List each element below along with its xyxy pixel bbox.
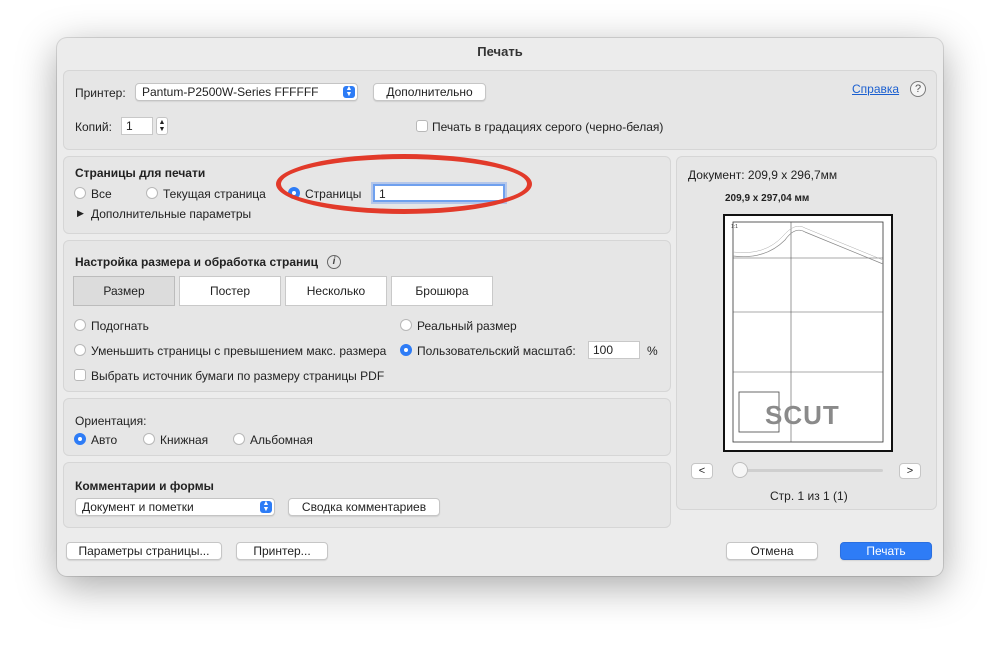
actual-size-radio[interactable]: [400, 319, 412, 331]
page-size: 209,9 x 297,04 мм: [725, 193, 810, 204]
fit-label: Подогнать: [91, 319, 149, 333]
chevron-updown-icon: ▲ ▼: [260, 500, 272, 513]
chevron-updown-icon: ▲ ▼: [343, 85, 355, 98]
orientation-landscape-label: Альбомная: [250, 433, 313, 447]
next-page-button[interactable]: >: [899, 463, 921, 479]
tab-size[interactable]: Размер: [73, 276, 175, 306]
custom-scale-unit: %: [647, 344, 658, 358]
grayscale-checkbox[interactable]: [416, 120, 428, 132]
page-preview: 1:1 SCUT: [723, 214, 893, 452]
more-options-label[interactable]: Дополнительные параметры: [91, 207, 251, 221]
cancel-button[interactable]: Отмена: [726, 542, 818, 560]
copies-input[interactable]: 1: [121, 117, 153, 135]
orientation-panel: [63, 398, 671, 456]
svg-text:1:1: 1:1: [731, 224, 738, 230]
tab-multiple[interactable]: Несколько: [285, 276, 387, 306]
actual-size-label: Реальный размер: [417, 319, 517, 333]
orientation-label: Ориентация:: [75, 414, 147, 428]
grayscale-label: Печать в градациях серого (черно-белая): [432, 120, 664, 134]
stepper-up-icon[interactable]: ▲: [159, 119, 166, 126]
window-title: Печать: [477, 44, 523, 59]
pages-section-title: Страницы для печати: [75, 166, 206, 180]
print-button[interactable]: Печать: [840, 542, 932, 560]
print-dialog: Печать Принтер: Pantum-P2500W-Series FFF…: [57, 38, 943, 576]
help-icon[interactable]: ?: [910, 81, 926, 97]
pdf-source-checkbox[interactable]: [74, 369, 86, 381]
annotation-ellipse: [276, 154, 532, 214]
document-size: Документ: 209,9 x 296,7мм: [688, 168, 838, 182]
custom-scale-input[interactable]: 100: [588, 341, 640, 359]
orientation-portrait-label: Книжная: [160, 433, 209, 447]
tab-booklet[interactable]: Брошюра: [391, 276, 493, 306]
prev-page-button[interactable]: <: [691, 463, 713, 479]
tab-poster[interactable]: Постер: [179, 276, 281, 306]
orientation-landscape-radio[interactable]: [233, 433, 245, 445]
copies-label: Копий:: [75, 120, 112, 134]
pages-all-label: Все: [91, 187, 112, 201]
sizing-section-title: Настройка размера и обработка страниц: [75, 255, 318, 269]
page-indicator: Стр. 1 из 1 (1): [770, 489, 848, 503]
comments-section-title: Комментарии и формы: [75, 479, 214, 493]
printer-button[interactable]: Принтер...: [236, 542, 328, 560]
watermark-stamp: SCUT: [765, 400, 840, 430]
pages-current-label: Текущая страница: [163, 187, 266, 201]
printer-label: Принтер:: [75, 86, 126, 100]
custom-scale-radio[interactable]: [400, 344, 412, 356]
page-slider-thumb[interactable]: [732, 462, 748, 478]
pdf-source-label: Выбрать источник бумаги по размеру стран…: [91, 369, 385, 383]
custom-scale-label: Пользовательский масштаб:: [417, 344, 576, 358]
disclosure-triangle-icon[interactable]: ▶: [77, 208, 84, 219]
comments-summary-button[interactable]: Сводка комментариев: [288, 498, 440, 516]
fit-radio[interactable]: [74, 319, 86, 331]
printer-select[interactable]: Pantum-P2500W-Series FFFFFF ▲ ▼: [135, 83, 358, 101]
comments-select-value: Документ и пометки: [82, 500, 194, 514]
orientation-portrait-radio[interactable]: [143, 433, 155, 445]
orientation-auto-label: Авто: [91, 433, 118, 447]
pages-all-radio[interactable]: [74, 187, 86, 199]
comments-select[interactable]: Документ и пометки ▲ ▼: [75, 498, 275, 516]
shrink-label: Уменьшить страницы с превышением макс. р…: [91, 344, 387, 358]
pages-current-radio[interactable]: [146, 187, 158, 199]
stepper-down-icon[interactable]: ▼: [159, 126, 166, 133]
help-link[interactable]: Справка: [852, 82, 899, 96]
comments-panel: [63, 462, 671, 528]
page-setup-button[interactable]: Параметры страницы...: [66, 542, 222, 560]
printer-select-value: Pantum-P2500W-Series FFFFFF: [142, 85, 319, 99]
shrink-radio[interactable]: [74, 344, 86, 356]
printer-panel: [63, 70, 937, 150]
info-icon[interactable]: i: [327, 255, 341, 269]
orientation-auto-radio[interactable]: [74, 433, 86, 445]
copies-stepper[interactable]: ▲ ▼: [156, 117, 168, 135]
page-slider-track[interactable]: [737, 469, 883, 472]
details-button[interactable]: Дополнительно: [373, 83, 486, 101]
